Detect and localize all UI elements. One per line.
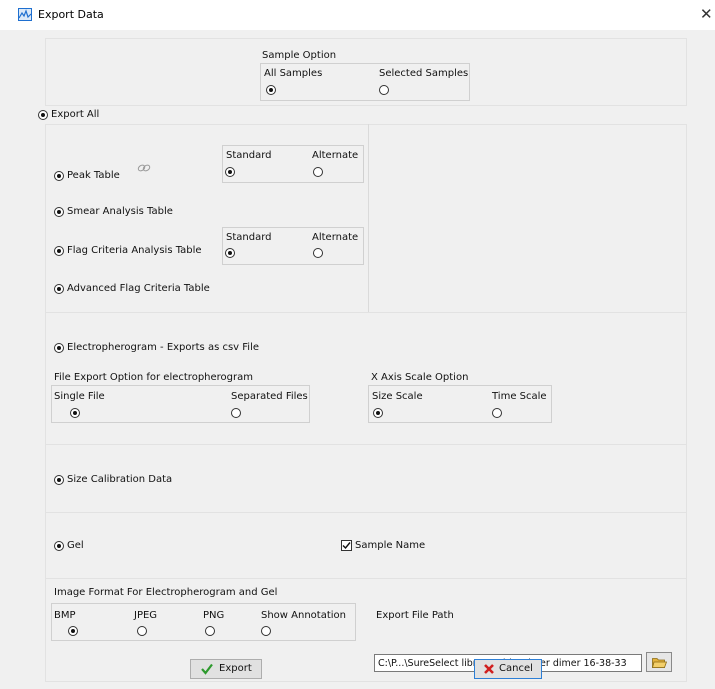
png-radio[interactable] — [205, 626, 215, 636]
single-file-label: Single File — [54, 391, 105, 402]
png-label: PNG — [203, 610, 225, 621]
flag-alternate-label: Alternate — [312, 232, 359, 243]
advanced-flag-label: Advanced Flag Criteria Table — [67, 283, 210, 294]
export-button-label: Export — [219, 663, 252, 674]
x-axis-scale-label: X Axis Scale Option — [371, 372, 469, 383]
flag-standard-radio[interactable] — [225, 248, 235, 258]
selected-samples-radio[interactable] — [379, 85, 389, 95]
electropherogram-radio[interactable] — [54, 343, 64, 353]
sample-name-label: Sample Name — [355, 540, 426, 551]
separated-files-radio[interactable] — [231, 408, 241, 418]
peak-alternate-radio[interactable] — [313, 167, 323, 177]
tables-divider — [368, 124, 369, 312]
sample-option-label: Sample Option — [262, 50, 337, 61]
image-format-group — [51, 603, 356, 641]
single-file-radio[interactable] — [70, 408, 80, 418]
cancel-button-label: Cancel — [499, 663, 533, 674]
show-annotation-radio[interactable] — [261, 626, 271, 636]
time-scale-radio[interactable] — [492, 408, 502, 418]
cancel-x-icon — [484, 664, 494, 674]
jpeg-label: JPEG — [134, 610, 158, 621]
peak-standard-label: Standard — [226, 150, 272, 161]
smear-analysis-label: Smear Analysis Table — [67, 206, 173, 217]
bmp-radio[interactable] — [68, 626, 78, 636]
checkmark-icon — [201, 663, 213, 675]
peak-table-radio[interactable] — [54, 171, 64, 181]
flag-criteria-radio[interactable] — [54, 246, 64, 256]
folder-icon — [652, 658, 667, 668]
peak-alternate-label: Alternate — [312, 150, 359, 161]
show-annotation-label: Show Annotation — [261, 610, 346, 621]
selected-samples-label: Selected Samples — [379, 68, 469, 79]
close-icon[interactable]: ✕ — [700, 5, 713, 23]
gel-label: Gel — [67, 540, 84, 551]
cancel-button[interactable]: Cancel — [474, 659, 542, 679]
separated-files-label: Separated Files — [231, 391, 308, 402]
flag-alternate-radio[interactable] — [313, 248, 323, 258]
flag-criteria-label: Flag Criteria Analysis Table — [67, 245, 202, 256]
export-button[interactable]: Export — [190, 659, 262, 679]
export-file-path-label: Export File Path — [376, 610, 454, 621]
link-icon — [137, 164, 151, 172]
gel-radio[interactable] — [54, 541, 64, 551]
image-format-label: Image Format For Electropherogram and Ge… — [54, 587, 278, 598]
peak-standard-radio[interactable] — [225, 167, 235, 177]
window-title: Export Data — [38, 8, 104, 21]
sample-name-checkbox[interactable] — [341, 540, 352, 551]
export-all-radio[interactable] — [38, 110, 48, 120]
peak-table-label: Peak Table — [67, 170, 120, 181]
bmp-label: BMP — [54, 610, 76, 621]
title-bar: Export Data ✕ — [0, 0, 715, 30]
jpeg-radio[interactable] — [137, 626, 147, 636]
all-samples-radio[interactable] — [266, 85, 276, 95]
smear-analysis-radio[interactable] — [54, 207, 64, 217]
size-scale-label: Size Scale — [372, 391, 423, 402]
app-icon — [18, 8, 32, 21]
electropherogram-label: Electropherogram - Exports as csv File — [67, 342, 259, 353]
time-scale-label: Time Scale — [492, 391, 547, 402]
size-calibration-radio[interactable] — [54, 475, 64, 485]
advanced-flag-radio[interactable] — [54, 284, 64, 294]
browse-button[interactable] — [646, 652, 672, 672]
flag-standard-label: Standard — [226, 232, 272, 243]
file-export-option-label: File Export Option for electropherogram — [54, 372, 253, 383]
all-samples-label: All Samples — [264, 68, 323, 79]
size-calibration-label: Size Calibration Data — [67, 474, 173, 485]
size-scale-radio[interactable] — [373, 408, 383, 418]
export-all-label: Export All — [51, 109, 100, 120]
